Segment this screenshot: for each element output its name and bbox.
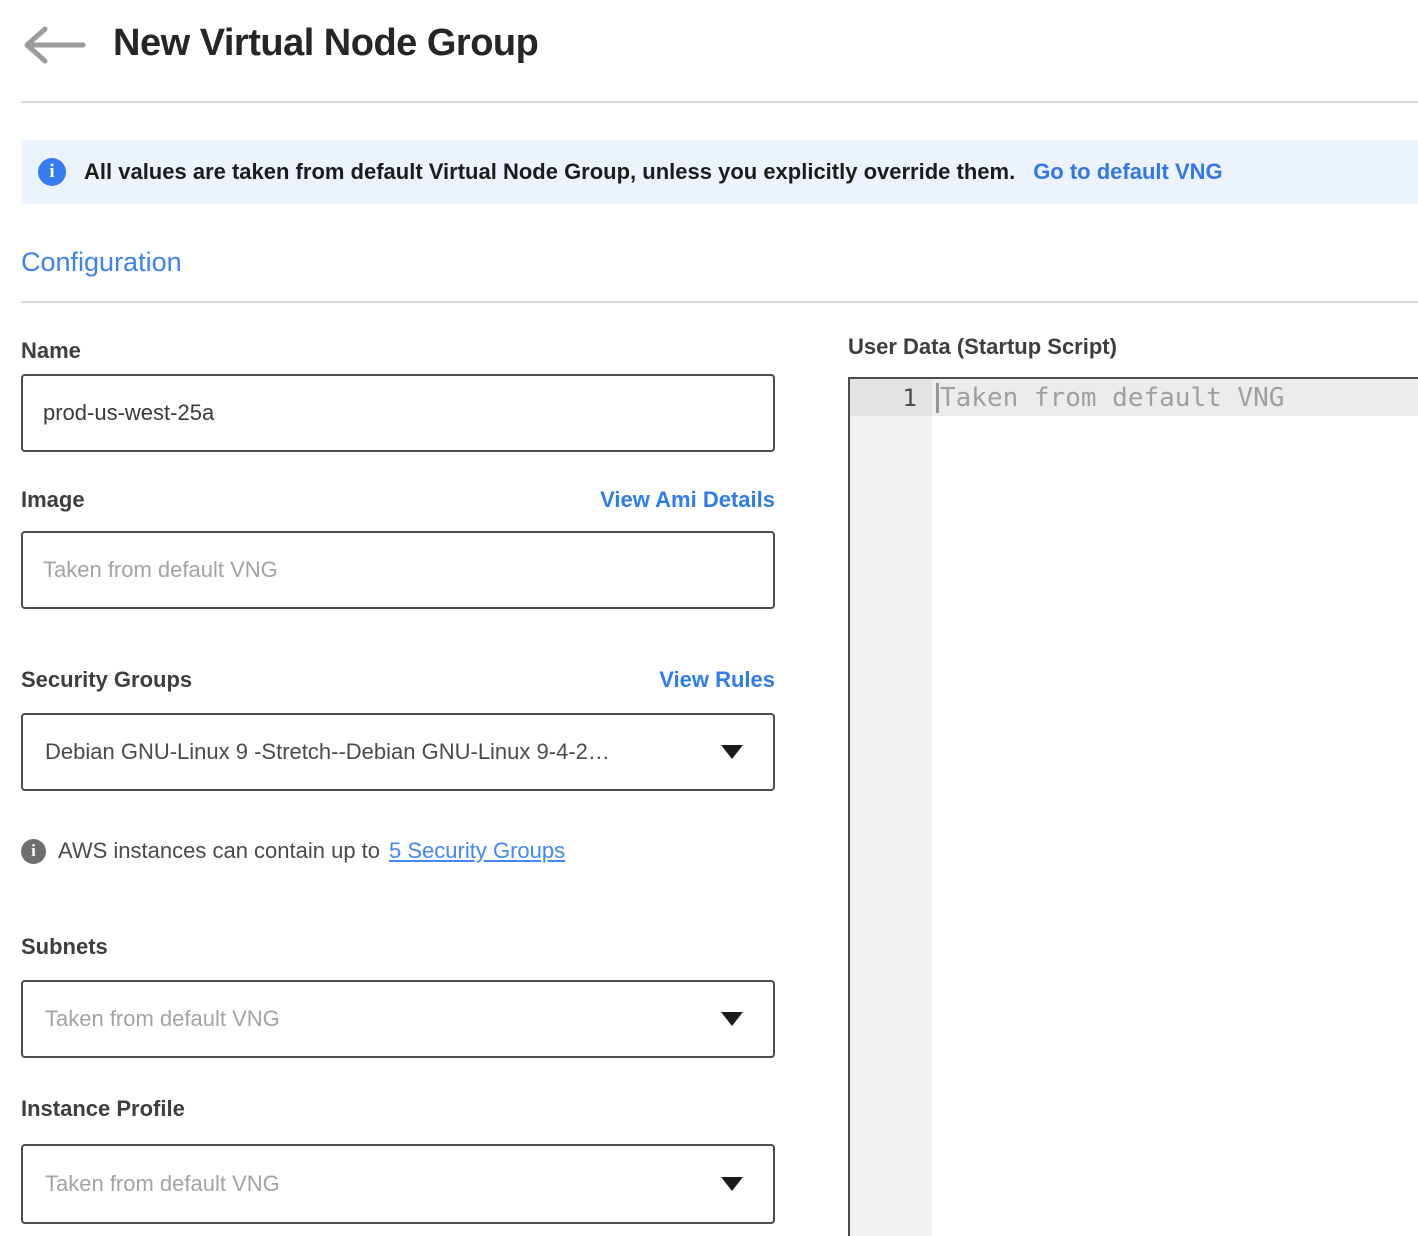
instance-profile-placeholder: Taken from default VNG bbox=[45, 1171, 707, 1197]
security-groups-note: i AWS instances can contain up to 5 Secu… bbox=[21, 838, 565, 864]
security-groups-select[interactable]: Debian GNU-Linux 9 -Stretch--Debian GNU-… bbox=[21, 713, 775, 791]
subnets-select[interactable]: Taken from default VNG bbox=[21, 980, 775, 1058]
name-label: Name bbox=[21, 338, 81, 364]
new-vng-page: New Virtual Node Group i All values are … bbox=[0, 0, 1418, 1236]
line-number: 1 bbox=[850, 379, 932, 416]
back-arrow-icon[interactable] bbox=[21, 24, 87, 66]
note-text: AWS instances can contain up to bbox=[58, 838, 380, 864]
chevron-down-icon bbox=[721, 1177, 743, 1191]
info-icon: i bbox=[21, 839, 46, 864]
image-label-row: Image View Ami Details bbox=[21, 487, 775, 513]
banner-text: All values are taken from default Virtua… bbox=[84, 159, 1015, 185]
security-groups-label-row: Security Groups View Rules bbox=[21, 667, 775, 693]
instance-profile-label: Instance Profile bbox=[21, 1096, 185, 1122]
chevron-down-icon bbox=[721, 745, 743, 759]
section-divider bbox=[21, 301, 1418, 303]
editor-gutter bbox=[850, 416, 932, 1236]
info-icon: i bbox=[38, 158, 66, 186]
image-label: Image bbox=[21, 487, 85, 513]
editor-line-1[interactable]: 1 Taken from default VNG bbox=[850, 379, 1418, 416]
instance-profile-select[interactable]: Taken from default VNG bbox=[21, 1144, 775, 1224]
editor-placeholder: Taken from default VNG bbox=[940, 383, 1284, 413]
editor-code-area[interactable]: Taken from default VNG bbox=[932, 379, 1418, 416]
user-data-label: User Data (Startup Script) bbox=[848, 334, 1117, 360]
subnets-placeholder: Taken from default VNG bbox=[45, 1006, 707, 1032]
security-groups-label: Security Groups bbox=[21, 667, 192, 693]
name-input[interactable] bbox=[21, 374, 775, 452]
go-to-default-vng-link[interactable]: Go to default VNG bbox=[1033, 159, 1222, 185]
info-banner: i All values are taken from default Virt… bbox=[21, 140, 1418, 204]
image-input[interactable] bbox=[21, 531, 775, 609]
editor-cursor bbox=[936, 383, 939, 413]
header-divider bbox=[21, 101, 1418, 103]
view-ami-details-link[interactable]: View Ami Details bbox=[600, 487, 775, 513]
page-title: New Virtual Node Group bbox=[113, 22, 538, 65]
chevron-down-icon bbox=[721, 1012, 743, 1026]
user-data-editor[interactable]: 1 Taken from default VNG bbox=[848, 377, 1418, 1236]
security-groups-value: Debian GNU-Linux 9 -Stretch--Debian GNU-… bbox=[45, 739, 707, 765]
security-groups-count-link[interactable]: 5 Security Groups bbox=[389, 838, 565, 864]
subnets-label: Subnets bbox=[21, 934, 108, 960]
view-rules-link[interactable]: View Rules bbox=[659, 667, 775, 693]
configuration-section-title: Configuration bbox=[21, 247, 182, 278]
